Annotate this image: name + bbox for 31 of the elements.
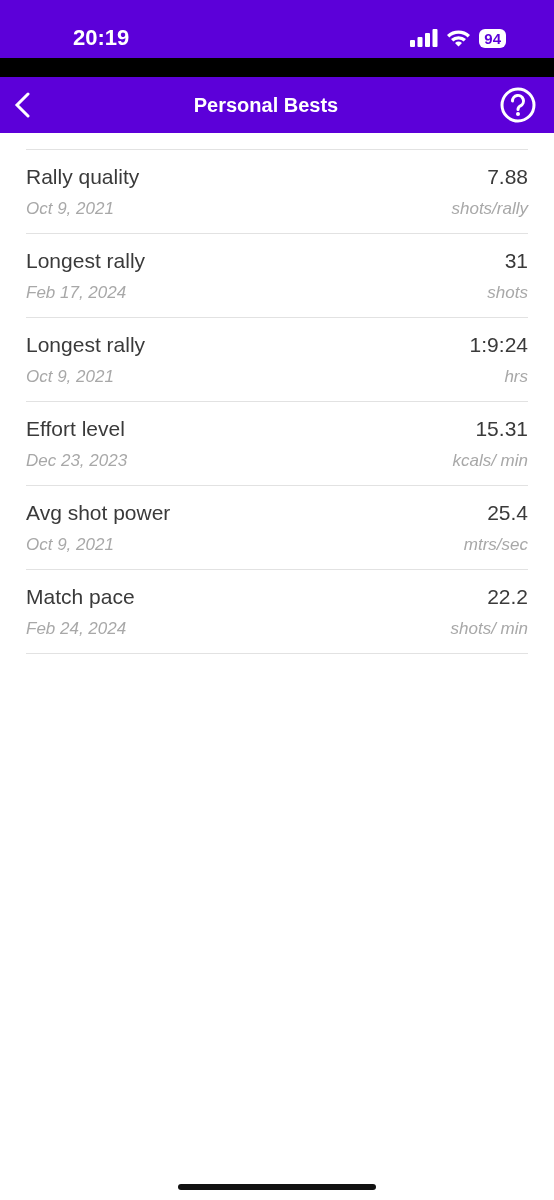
record-value: 15.31 (474, 416, 528, 441)
record-date: Oct 9, 2021 (26, 534, 115, 555)
record-name: Match pace (26, 584, 136, 609)
back-button[interactable] (14, 92, 32, 118)
record-value: 7.88 (486, 164, 528, 189)
record-date: Feb 17, 2024 (26, 282, 128, 303)
record-unit: shots (487, 282, 528, 303)
signal-icon (410, 29, 439, 47)
record-value: 25.4 (486, 500, 528, 525)
status-time: 20:19 (73, 25, 130, 51)
wifi-icon (446, 29, 472, 47)
record-value: 31 (503, 248, 528, 273)
record-name: Longest rally (26, 332, 147, 357)
help-button[interactable] (500, 87, 536, 123)
record-name: Rally quality (26, 164, 141, 189)
record-unit: mtrs/sec (463, 534, 528, 555)
record-unit: kcals/ min (452, 450, 528, 471)
record-date: Oct 9, 2021 (26, 366, 115, 387)
record-date: Oct 9, 2021 (26, 198, 115, 219)
record-name: Effort level (26, 416, 126, 441)
record-unit: hrs (503, 366, 528, 387)
screen-title: Personal Bests (193, 93, 339, 117)
record-unit: shots/rally (451, 198, 528, 219)
record-name: Avg shot power (26, 500, 172, 525)
record-unit: shots/ min (450, 618, 528, 639)
record-date: Dec 23, 2023 (26, 450, 129, 471)
record-value: 1:9:24 (469, 332, 528, 357)
battery-indicator: 94 (479, 28, 506, 48)
record-date: Feb 24, 2024 (26, 618, 128, 639)
record-name: Longest rally (26, 248, 147, 273)
record-value: 22.2 (486, 584, 528, 609)
